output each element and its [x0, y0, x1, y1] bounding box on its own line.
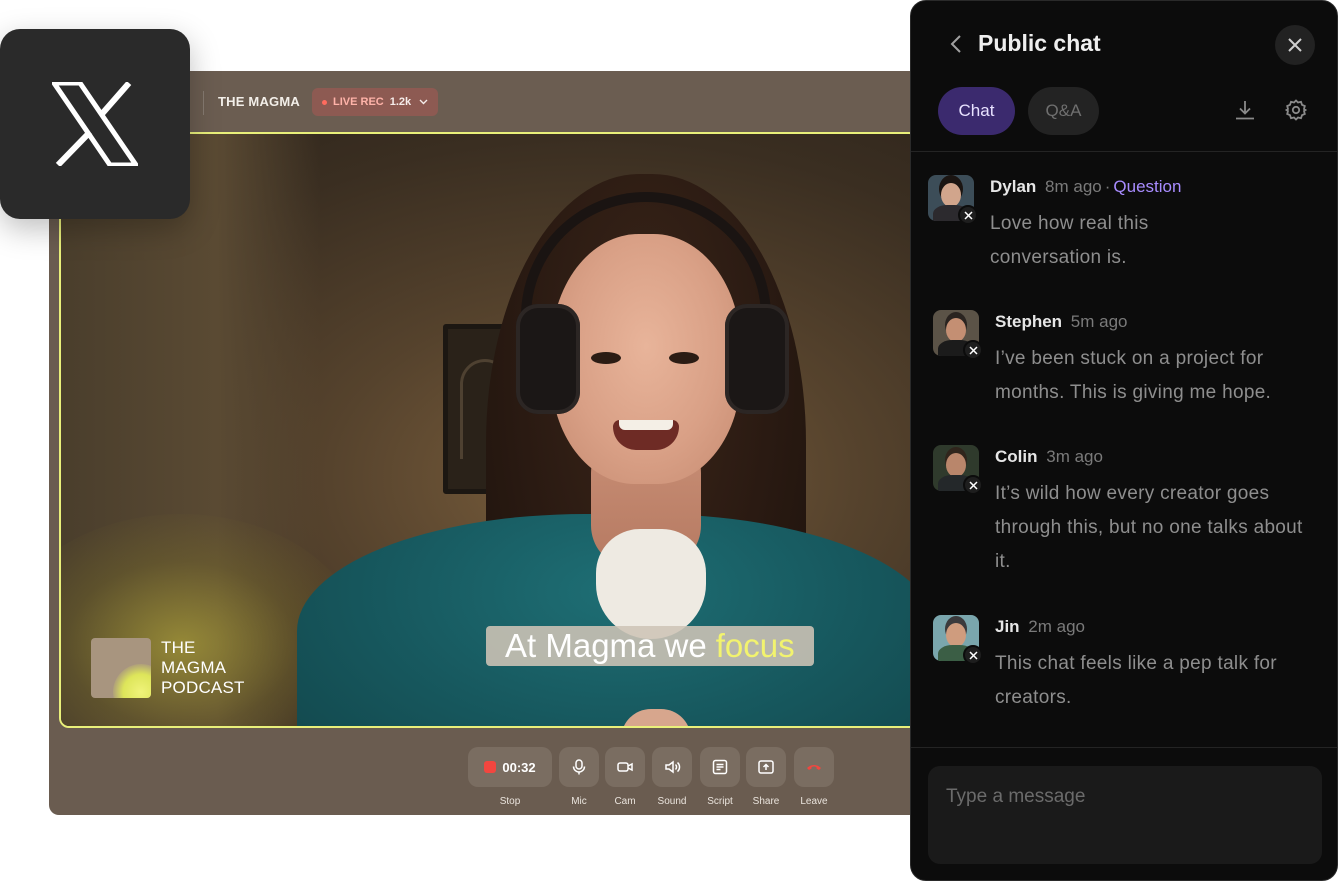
cam-control[interactable]: Cam: [605, 747, 645, 807]
x-logo-icon: [52, 82, 138, 166]
caption-text: At Magma we: [505, 627, 707, 664]
message-time: 8m ago: [1045, 177, 1102, 196]
script-control[interactable]: Script: [700, 747, 740, 807]
live-dot-icon: [322, 99, 327, 105]
viewer-count: 1.2k: [389, 96, 412, 108]
script-icon: [712, 759, 728, 775]
control-bar: 00:32 Stop Mic Cam Sound Script Share Le…: [49, 743, 929, 813]
share-button[interactable]: [746, 747, 786, 787]
podcast-logo-text: THE MAGMA PODCAST: [161, 638, 245, 697]
header-divider: [203, 91, 204, 115]
message-time: 2m ago: [1028, 617, 1085, 636]
x-badge-icon: [958, 205, 978, 225]
close-icon: [1288, 38, 1302, 52]
tab-chat[interactable]: Chat: [938, 87, 1015, 135]
tab-qa[interactable]: Q&A: [1028, 87, 1099, 135]
back-arrow-icon[interactable]: [947, 33, 967, 55]
message-text: It’s wild how every creator goes through…: [995, 483, 1303, 572]
live-caption: At Magma we focus: [486, 626, 814, 666]
share-control[interactable]: Share: [746, 747, 786, 807]
stop-recording-control[interactable]: 00:32 Stop: [468, 747, 552, 807]
mic-label: Mic: [571, 796, 587, 807]
caption-highlight: focus: [715, 627, 795, 664]
message-time: 5m ago: [1070, 312, 1128, 331]
share-label: Share: [752, 796, 780, 807]
video-stage: THE MAGMA PODCAST At Magma we focus: [59, 132, 919, 728]
message-input[interactable]: [928, 766, 1322, 864]
input-divider: [911, 747, 1337, 748]
message-author: Stephen: [995, 312, 1063, 331]
x-badge-icon: [963, 645, 983, 665]
message-text: I’ve been stuck on a project for months.…: [995, 348, 1272, 403]
sound-button[interactable]: [652, 747, 692, 787]
cam-button[interactable]: [605, 747, 645, 787]
settings-gear-icon[interactable]: [1283, 97, 1309, 123]
x-app-tile: [0, 29, 190, 219]
mic-button[interactable]: [559, 747, 599, 787]
question-tag: Question: [1113, 177, 1182, 196]
live-rec-dropdown[interactable]: LIVE REC 1.2k: [312, 88, 439, 116]
recording-timer: 00:32: [502, 759, 536, 775]
sound-control[interactable]: Sound: [652, 747, 692, 807]
headphones-right: [725, 304, 789, 414]
x-badge-icon: [963, 340, 983, 360]
x-badge-icon: [963, 475, 983, 495]
live-rec-label: LIVE REC: [333, 96, 384, 108]
leave-button[interactable]: [794, 747, 834, 787]
message-text: Love how real this conversation is.: [990, 213, 1149, 268]
leave-control[interactable]: Leave: [794, 747, 834, 807]
mic-icon: [572, 759, 586, 775]
share-screen-icon: [758, 760, 774, 774]
stop-recording-button[interactable]: 00:32: [468, 747, 552, 787]
download-icon[interactable]: [1232, 97, 1258, 123]
chat-title: Public chat: [978, 30, 1101, 56]
stop-label: Stop: [499, 796, 521, 807]
podcast-logo-mark: [91, 638, 151, 698]
message-author: Colin: [995, 447, 1038, 466]
chat-divider: [911, 151, 1337, 152]
leave-label: Leave: [800, 796, 828, 807]
speaker-icon: [665, 760, 681, 774]
camera-icon: [617, 762, 633, 772]
show-title: THE MAGMA: [218, 94, 300, 109]
mic-control[interactable]: Mic: [559, 747, 599, 807]
message-text: This chat feels like a pep talk for crea…: [995, 653, 1277, 708]
message-time: 3m ago: [1046, 447, 1103, 466]
message-author: Dylan: [990, 177, 1037, 196]
message-author: Jin: [995, 617, 1020, 636]
host-collar: [596, 529, 706, 639]
close-button[interactable]: [1275, 25, 1315, 65]
phone-hangup-icon: [807, 765, 821, 770]
cam-label: Cam: [614, 796, 636, 807]
script-button[interactable]: [700, 747, 740, 787]
podcast-logo: THE MAGMA PODCAST: [91, 638, 245, 698]
public-chat-panel: Public chat Chat Q&A Dylan 8m ago · Questi…: [910, 0, 1338, 881]
chevron-down-icon: [419, 99, 428, 105]
script-label: Script: [707, 796, 733, 807]
sound-label: Sound: [657, 796, 687, 807]
headphones-left: [516, 304, 580, 414]
record-stop-icon: [484, 761, 497, 773]
